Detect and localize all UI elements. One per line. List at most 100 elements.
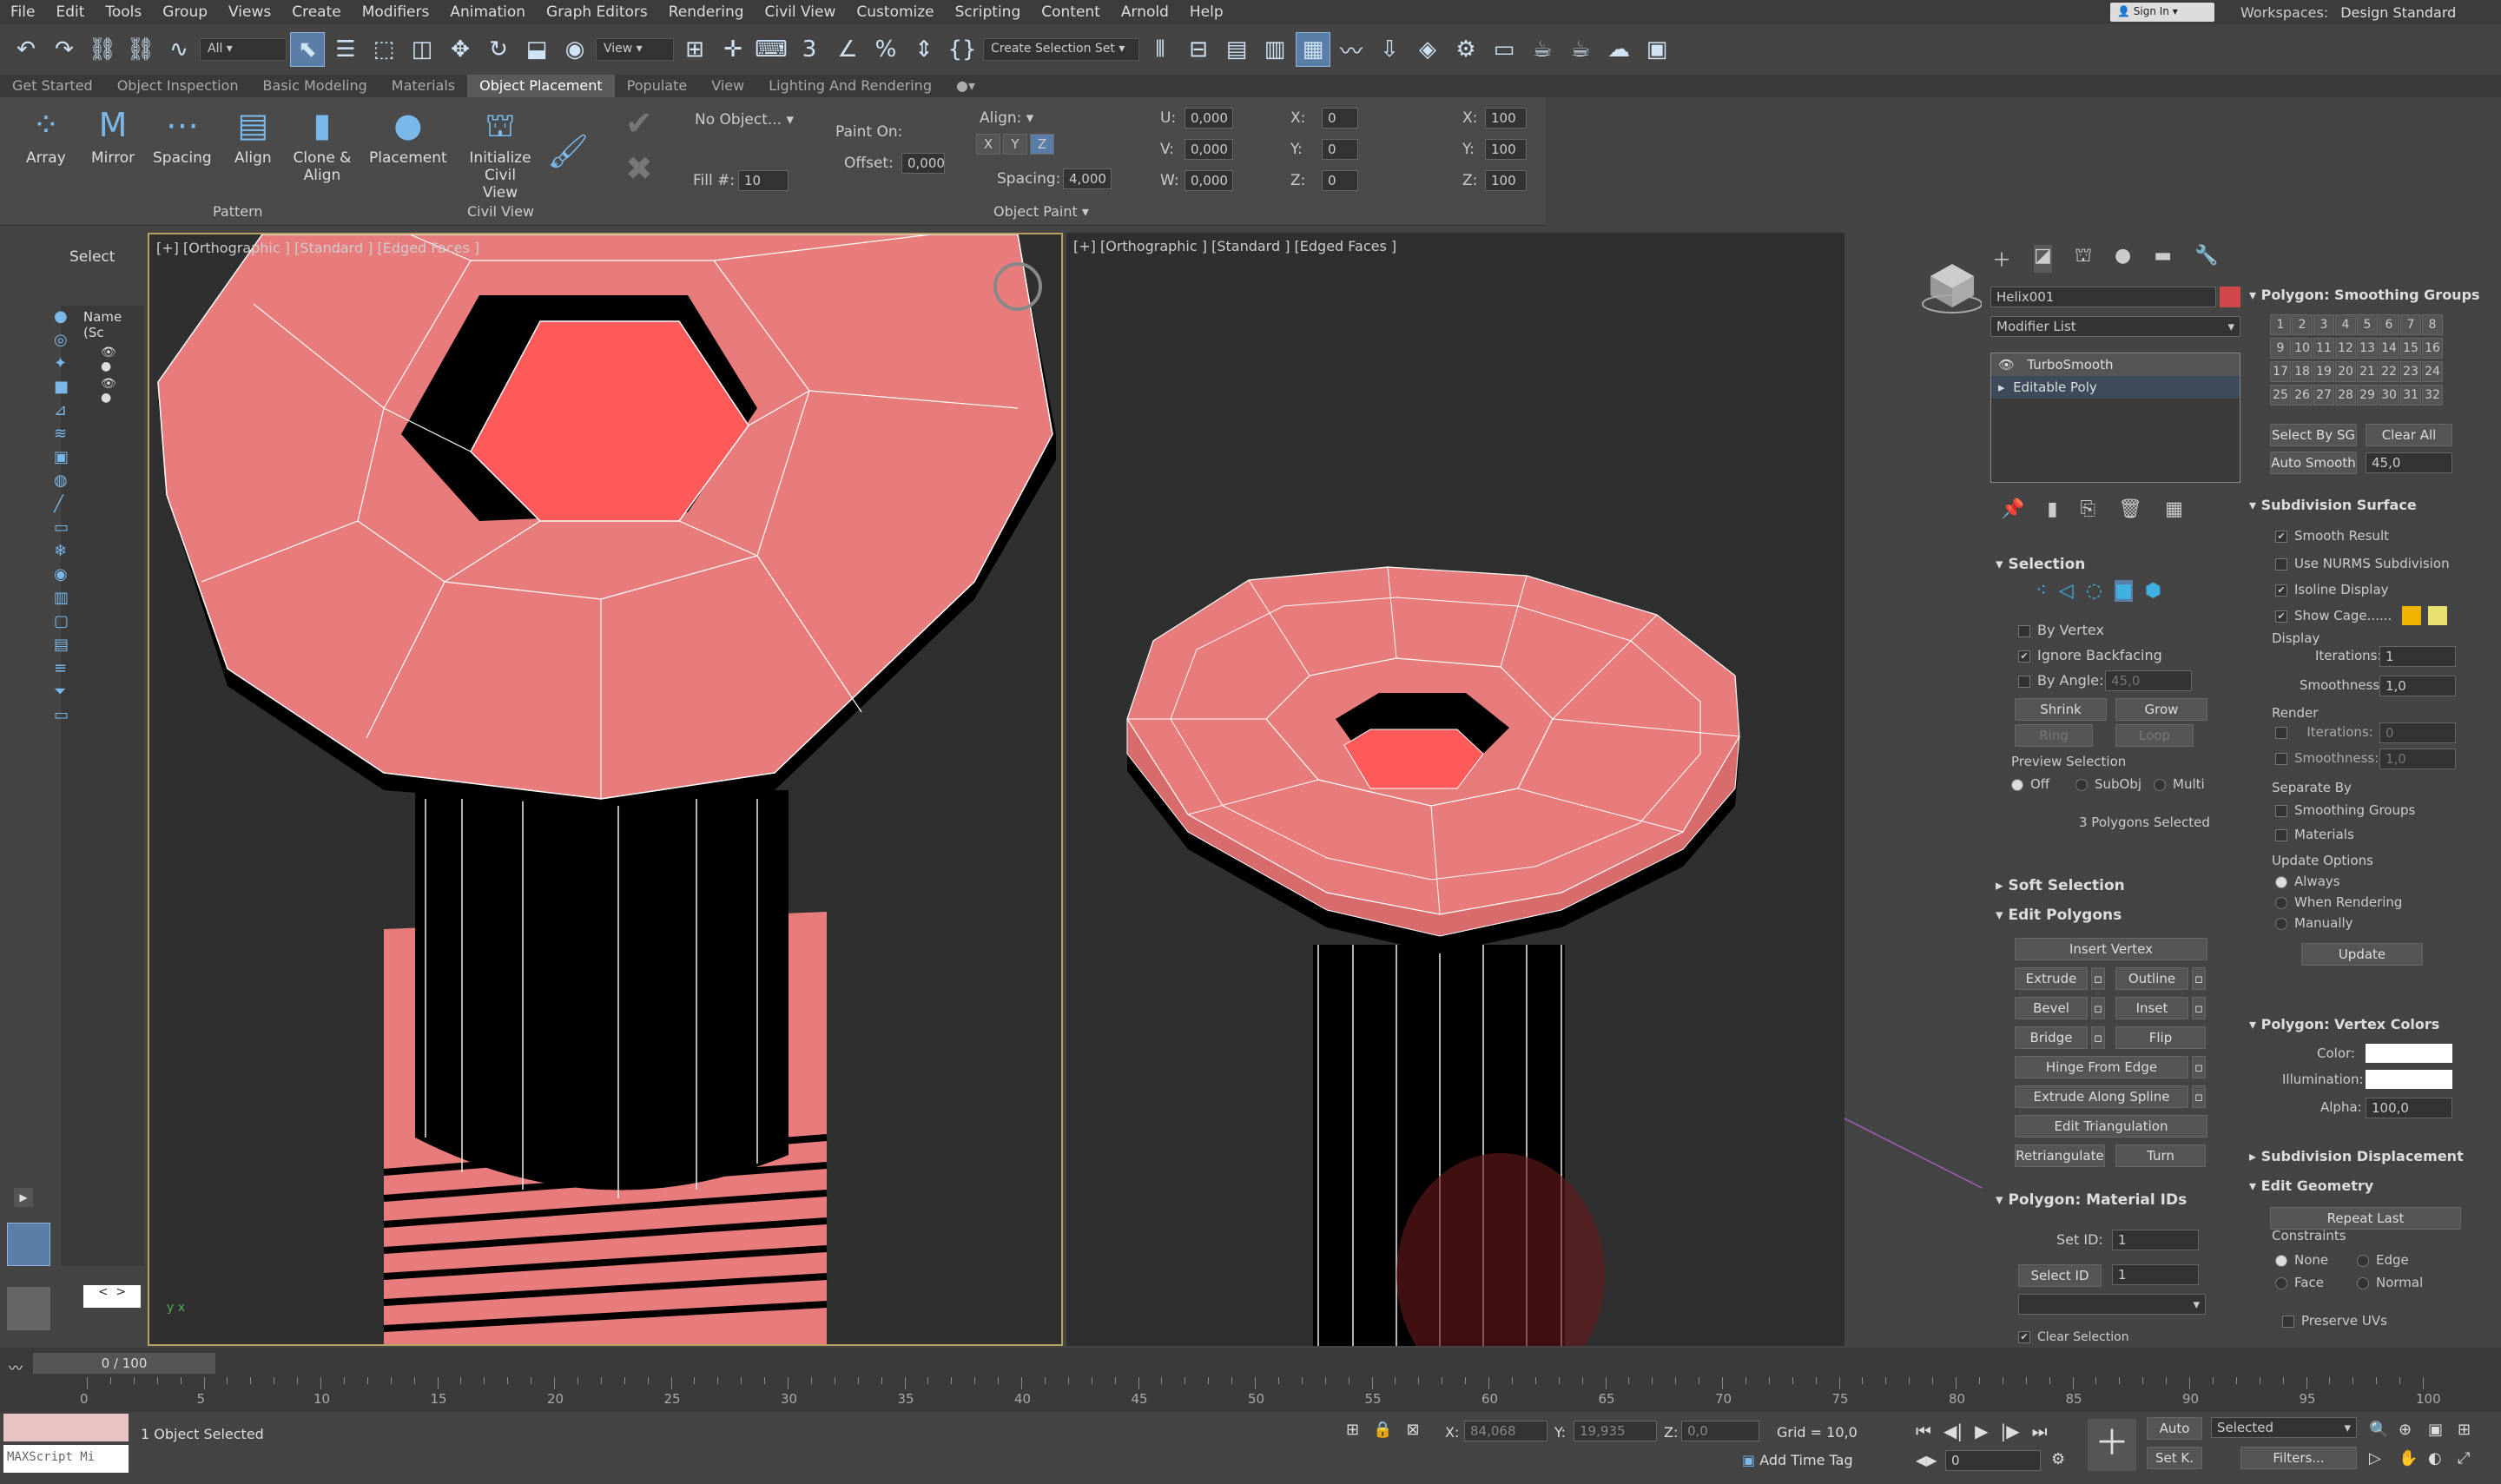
prev-frame-icon[interactable]: ◀| bbox=[1943, 1421, 1963, 1441]
unlink-icon[interactable]: ⛓ bbox=[123, 32, 158, 67]
next-frame-icon[interactable]: |▶ bbox=[2001, 1421, 2020, 1441]
v-input[interactable]: 0,000 bbox=[1185, 139, 1233, 160]
vertex-colors-rollout-title[interactable]: ▾ Polygon: Vertex Colors bbox=[2249, 1016, 2439, 1032]
menu-content[interactable]: Content bbox=[1031, 3, 1111, 21]
render-iterations-input[interactable]: 0 bbox=[2379, 722, 2456, 743]
orbit-icon[interactable]: ◐ bbox=[2428, 1449, 2458, 1468]
stack-item-turbosmooth[interactable]: 👁 TurboSmooth bbox=[1991, 353, 2240, 376]
tab-object-inspection[interactable]: Object Inspection bbox=[105, 75, 251, 97]
offset-input[interactable]: 0,000 bbox=[901, 153, 945, 174]
menu-scripting[interactable]: Scripting bbox=[945, 3, 1032, 21]
smoothing-group-button[interactable]: 25 bbox=[2270, 385, 2291, 406]
constraint-normal-radio[interactable]: Normal bbox=[2357, 1275, 2423, 1290]
smoothing-group-button[interactable]: 32 bbox=[2422, 385, 2443, 406]
isolate-icon[interactable]: ⊞ bbox=[1346, 1421, 1359, 1439]
spacing-button[interactable]: ⋯ Spacing bbox=[153, 106, 212, 167]
initialize-civil-view-button[interactable]: ⛫ Initialize Civil View bbox=[467, 106, 533, 201]
move-icon[interactable]: ✥ bbox=[443, 32, 478, 67]
smoothing-group-button[interactable]: 9 bbox=[2270, 338, 2291, 359]
absolute-mode-icon[interactable]: ⊠ bbox=[1407, 1421, 1420, 1439]
make-unique-icon[interactable]: ⎘ bbox=[2081, 498, 2096, 520]
preserve-uvs-checkbox[interactable]: Preserve UVs bbox=[2282, 1313, 2387, 1329]
menu-tools[interactable]: Tools bbox=[95, 3, 152, 21]
selection-rollout-title[interactable]: ▾ Selection bbox=[1996, 556, 2085, 573]
window-crossing-icon[interactable]: ◫ bbox=[405, 32, 439, 67]
bone-filter-icon[interactable]: ╱ bbox=[54, 495, 80, 513]
utilities-tab-icon[interactable]: 🔧 bbox=[2194, 245, 2218, 273]
select-manipulate-icon[interactable]: ✛ bbox=[716, 32, 750, 67]
scale-x-input[interactable]: 100 bbox=[1485, 108, 1527, 129]
align-icon[interactable]: ⊟ bbox=[1181, 32, 1216, 67]
keyboard-shortcut-icon[interactable]: ⌨ bbox=[754, 32, 789, 67]
sort-icon[interactable]: ▭ bbox=[54, 706, 80, 724]
current-frame-input[interactable]: 0 bbox=[1945, 1450, 2041, 1471]
smoothing-group-button[interactable]: 30 bbox=[2379, 385, 2399, 406]
cancel-icon[interactable]: ✖ bbox=[625, 149, 653, 193]
smoothing-group-button[interactable]: 1 bbox=[2270, 314, 2291, 335]
menu-animation[interactable]: Animation bbox=[439, 3, 536, 21]
cage-color-1-swatch[interactable] bbox=[2402, 606, 2421, 625]
modify-tab-icon[interactable]: ◪ bbox=[2034, 245, 2052, 273]
preview-off-radio[interactable]: Off bbox=[2011, 776, 2049, 792]
light-filter-icon[interactable]: ✦ bbox=[54, 354, 80, 373]
object-paint-group-label[interactable]: Object Paint ▾ bbox=[993, 203, 1089, 220]
material-ids-rollout-title[interactable]: ▾ Polygon: Material IDs bbox=[1996, 1191, 2187, 1209]
zoom-icon[interactable]: 🔍 bbox=[2369, 1421, 2399, 1439]
zoom-extents-icon[interactable]: ▣ bbox=[2428, 1421, 2458, 1439]
set-key-icon[interactable]: ＋ bbox=[2088, 1419, 2136, 1471]
separate-materials-checkbox[interactable]: Materials bbox=[2275, 827, 2354, 842]
maximize-toggle-icon[interactable]: ⤢ bbox=[2458, 1449, 2487, 1468]
select-id-input[interactable]: 1 bbox=[2112, 1264, 2199, 1285]
by-vertex-checkbox[interactable]: By Vertex bbox=[2018, 622, 2104, 638]
smooth-result-checkbox[interactable]: ✔ Smooth Result bbox=[2275, 528, 2389, 544]
extrude-button[interactable]: Extrude bbox=[2015, 967, 2088, 990]
paint-icon[interactable]: 🖌 bbox=[547, 132, 589, 175]
snaps-toggle-icon[interactable]: 3 bbox=[792, 32, 827, 67]
menu-modifiers[interactable]: Modifiers bbox=[352, 3, 440, 21]
extrude-settings-icon[interactable]: ▫ bbox=[2091, 967, 2105, 990]
loop-button[interactable]: Loop bbox=[2115, 724, 2194, 747]
zoom-all-icon[interactable]: ⊕ bbox=[2399, 1421, 2428, 1439]
border-level-icon[interactable]: ◌ bbox=[2086, 580, 2102, 602]
cage-color-2-swatch[interactable] bbox=[2428, 606, 2447, 625]
turn-button[interactable]: Turn bbox=[2115, 1144, 2206, 1167]
edit-triangulation-button[interactable]: Edit Triangulation bbox=[2015, 1115, 2207, 1138]
subdivision-displacement-rollout-title[interactable]: ▸ Subdivision Displacement bbox=[2249, 1148, 2464, 1164]
smoothing-group-button[interactable]: 8 bbox=[2422, 314, 2443, 335]
show-cage-checkbox[interactable]: ✔ Show Cage...... bbox=[2275, 608, 2392, 623]
element-level-icon[interactable]: ⬢ bbox=[2145, 580, 2161, 602]
tab-basic-modeling[interactable]: Basic Modeling bbox=[251, 75, 379, 97]
layer-icon[interactable]: ≡ bbox=[54, 659, 80, 677]
viewport-left[interactable]: y x [+] [Orthographic ] [Standard ] [Edg… bbox=[148, 233, 1063, 1346]
extrude-along-spline-button[interactable]: Extrude Along Spline bbox=[2015, 1085, 2188, 1108]
smoothing-group-button[interactable]: 4 bbox=[2335, 314, 2356, 335]
nurms-checkbox[interactable]: Use NURMS Subdivision bbox=[2275, 556, 2450, 571]
smoothing-group-button[interactable]: 29 bbox=[2357, 385, 2378, 406]
material-name-dropdown[interactable]: ▾ bbox=[2018, 1294, 2206, 1315]
smoothing-group-button[interactable]: 16 bbox=[2422, 338, 2443, 359]
display-tab-icon[interactable]: ▬ bbox=[2154, 245, 2172, 273]
curve-editor-mini-icon[interactable]: 〰 bbox=[9, 1356, 23, 1377]
time-slider[interactable]: 0 / 100 bbox=[33, 1353, 215, 1374]
isoline-checkbox[interactable]: ✔ Isoline Display bbox=[2275, 582, 2389, 597]
render-iterative-icon[interactable]: ☕ bbox=[1563, 32, 1598, 67]
extrude-spline-settings-icon[interactable]: ▫ bbox=[2192, 1085, 2206, 1108]
schematic-view-icon[interactable]: ⇩ bbox=[1372, 32, 1407, 67]
outline-settings-icon[interactable]: ▫ bbox=[2192, 967, 2206, 990]
smoothing-group-button[interactable]: 6 bbox=[2379, 314, 2399, 335]
lock-icon[interactable]: 🔒 bbox=[1373, 1421, 1392, 1439]
rotate-icon[interactable]: ↻ bbox=[481, 32, 516, 67]
update-manually-radio[interactable]: Manually bbox=[2275, 915, 2353, 931]
helper-filter-icon[interactable]: ⊿ bbox=[54, 401, 80, 419]
none-filter-icon[interactable]: ▢ bbox=[54, 612, 80, 630]
key-filter-dropdown[interactable]: Selected ▾ bbox=[2211, 1417, 2357, 1438]
inset-settings-icon[interactable]: ▫ bbox=[2192, 997, 2206, 1019]
menu-arnold[interactable]: Arnold bbox=[1111, 3, 1179, 21]
fov-icon[interactable]: ▷ bbox=[2369, 1449, 2399, 1468]
tab-lighting-rendering[interactable]: Lighting And Rendering bbox=[756, 75, 944, 97]
array-button[interactable]: ⁘ Array bbox=[26, 106, 66, 167]
rot-z-input[interactable]: 0 bbox=[1322, 170, 1358, 191]
expand-arrow-icon[interactable]: ▸ bbox=[1998, 379, 2005, 395]
link-icon[interactable]: ⛓ bbox=[85, 32, 120, 67]
smoothing-group-button[interactable]: 23 bbox=[2400, 361, 2421, 382]
